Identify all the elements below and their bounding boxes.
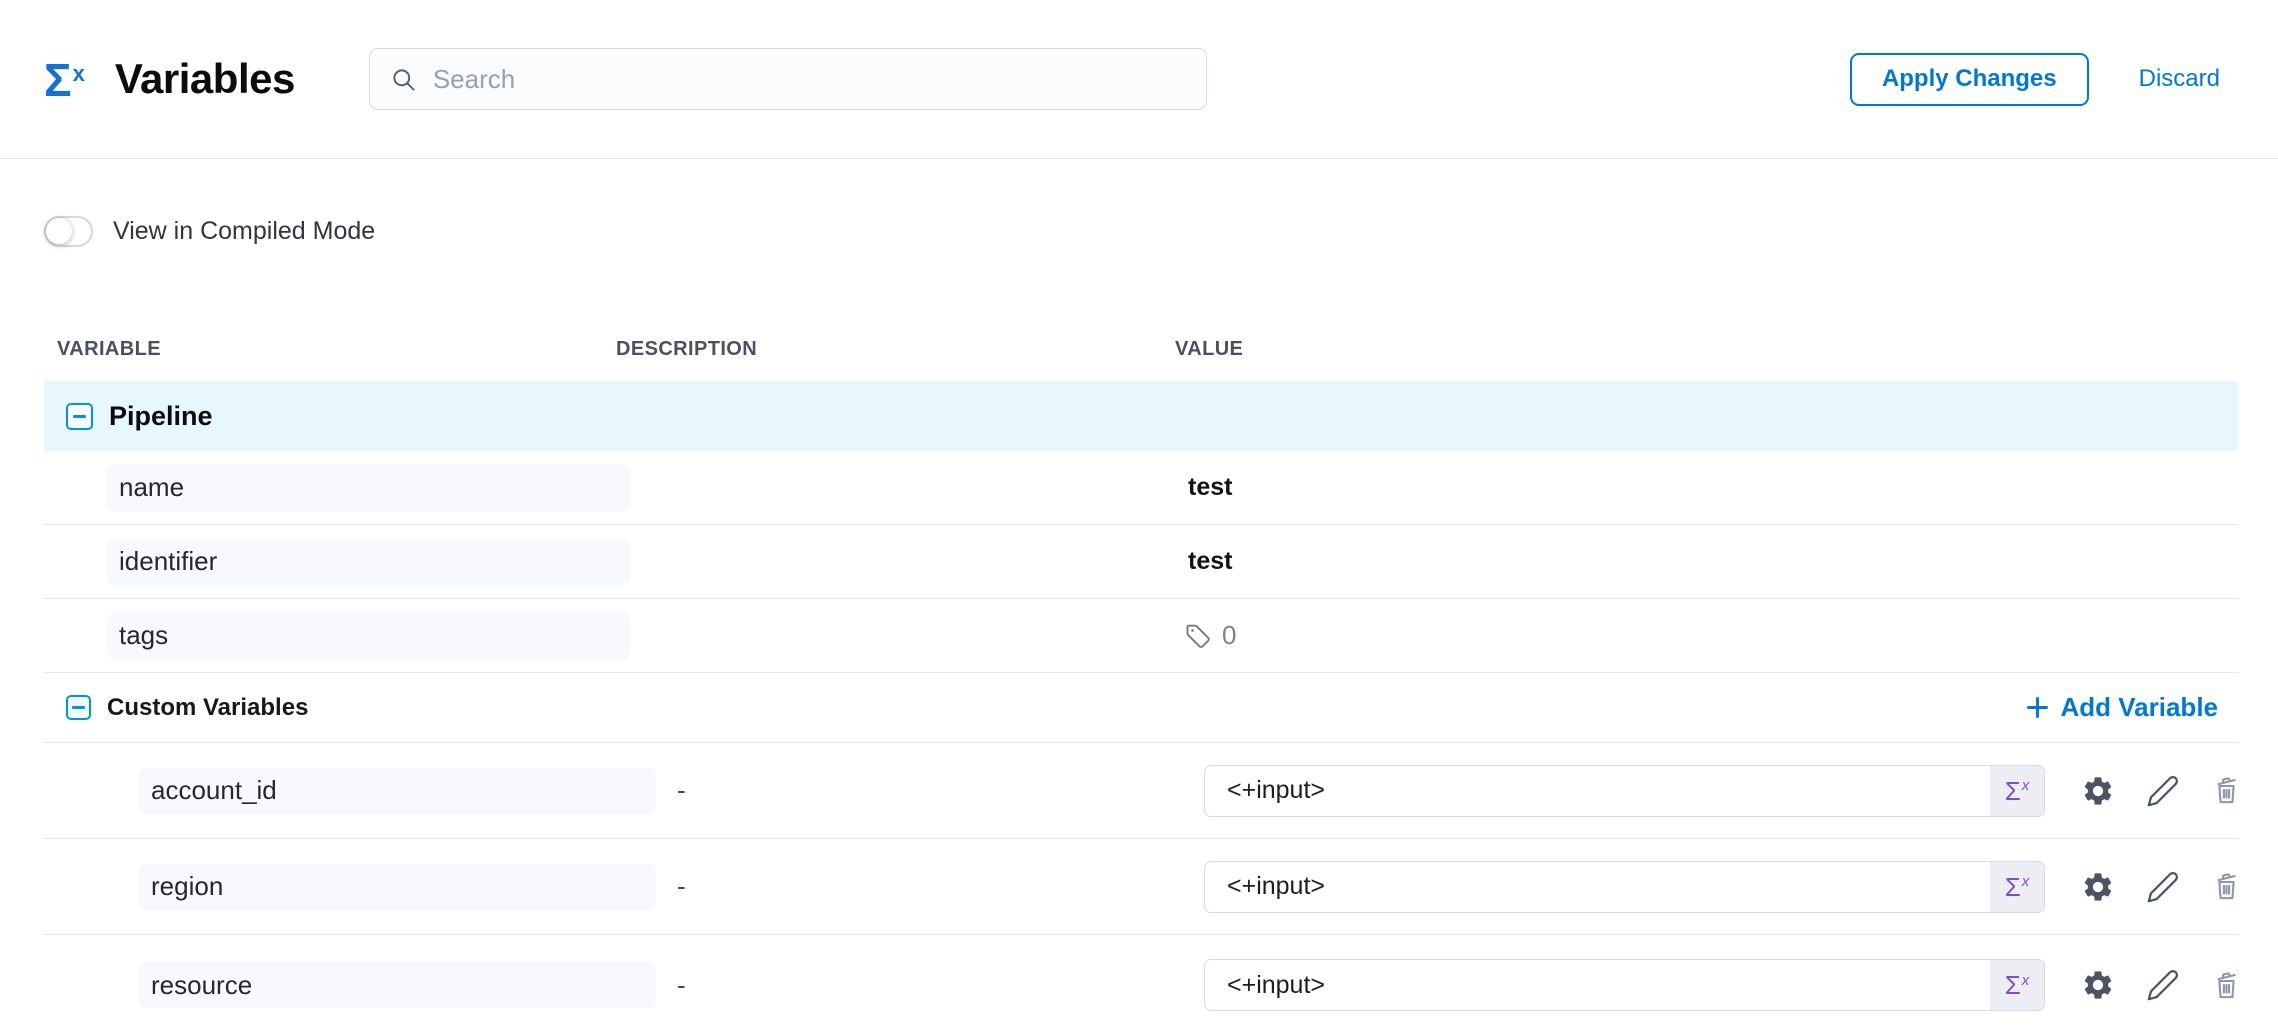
description-text: -	[616, 871, 686, 901]
add-variable-button[interactable]: Add Variable	[2024, 692, 2219, 723]
panel-header: Σx Variables Apply Changes Discard	[0, 0, 2278, 159]
settings-gear-icon[interactable]	[2081, 870, 2115, 904]
row-account-id: account_id - <+input> Σx	[44, 743, 2238, 839]
sigma-glyph: Σ	[44, 57, 72, 103]
search-icon	[390, 66, 417, 93]
row-tags: tags 0	[44, 599, 2238, 673]
discard-button[interactable]: Discard	[2139, 65, 2220, 93]
row-region: region - <+input> Σx	[44, 839, 2238, 935]
delete-trash-icon[interactable]	[2211, 775, 2242, 806]
value-input[interactable]: <+input> Σx	[1204, 959, 2045, 1011]
compiled-mode-toggle[interactable]	[44, 216, 93, 247]
variables-panel: Σx Variables Apply Changes Discard View …	[0, 0, 2278, 1036]
column-header-value: VALUE	[1175, 338, 2238, 361]
collapse-minus-icon[interactable]	[66, 695, 91, 720]
settings-gear-icon[interactable]	[2081, 774, 2115, 808]
value-input-text: <+input>	[1205, 971, 1990, 1000]
variables-content: View in Compiled Mode VARIABLE DESCRIPTI…	[0, 215, 2278, 1035]
edit-pencil-icon[interactable]	[2146, 870, 2180, 904]
column-header-description: DESCRIPTION	[616, 338, 1175, 361]
variable-name-field[interactable]: account_id	[139, 768, 656, 814]
apply-changes-button[interactable]: Apply Changes	[1850, 53, 2089, 106]
variable-name-field[interactable]: name	[107, 465, 630, 511]
column-header-variable: VARIABLE	[44, 338, 616, 361]
variable-name-text: name	[119, 472, 184, 503]
compiled-mode-label: View in Compiled Mode	[113, 217, 375, 246]
compiled-mode-row: View in Compiled Mode	[44, 215, 2238, 247]
search-input[interactable]	[433, 64, 1186, 95]
sigma-sup-glyph: x	[73, 63, 85, 85]
value-text: test	[1175, 547, 1232, 575]
value-text: test	[1175, 473, 1232, 501]
delete-trash-icon[interactable]	[2211, 871, 2242, 902]
variable-name-text: region	[151, 871, 223, 902]
value-input[interactable]: <+input> Σx	[1204, 765, 2045, 817]
expression-type-badge[interactable]: Σx	[1990, 862, 2044, 912]
variable-name-field[interactable]: identifier	[107, 539, 630, 585]
variable-name-text: tags	[119, 620, 168, 651]
value-input-text: <+input>	[1205, 776, 1990, 805]
variable-name-field[interactable]: region	[139, 864, 656, 910]
section-pipeline-label: Pipeline	[109, 401, 213, 432]
variable-name-text: account_id	[151, 775, 277, 806]
description-text: -	[616, 970, 686, 1000]
row-resource: resource - <+input> Σx	[44, 935, 2238, 1035]
page-title: Variables	[115, 55, 295, 103]
section-custom-variables: Custom Variables Add Variable	[44, 673, 2238, 743]
toggle-knob	[46, 218, 72, 244]
row-name: name test	[44, 451, 2238, 525]
plus-icon	[2024, 694, 2051, 721]
variable-name-text: resource	[151, 970, 252, 1001]
search-box[interactable]	[369, 48, 1207, 110]
row-identifier: identifier test	[44, 525, 2238, 599]
settings-gear-icon[interactable]	[2081, 968, 2115, 1002]
sigma-variables-icon: Σx	[44, 57, 85, 103]
expression-type-badge[interactable]: Σx	[1990, 766, 2044, 816]
tag-icon	[1184, 622, 1212, 650]
section-custom-variables-label: Custom Variables	[107, 694, 308, 722]
value-input[interactable]: <+input> Σx	[1204, 861, 2045, 913]
table-header-row: VARIABLE DESCRIPTION VALUE	[44, 329, 2238, 369]
section-pipeline: Pipeline	[44, 381, 2238, 451]
value-input-text: <+input>	[1205, 872, 1990, 901]
variable-name-field[interactable]: tags	[107, 613, 630, 659]
delete-trash-icon[interactable]	[2211, 970, 2242, 1001]
variable-name-field[interactable]: resource	[139, 962, 656, 1008]
add-variable-label: Add Variable	[2061, 692, 2219, 723]
expression-type-badge[interactable]: Σx	[1990, 960, 2044, 1010]
collapse-minus-icon[interactable]	[66, 403, 93, 430]
edit-pencil-icon[interactable]	[2146, 774, 2180, 808]
tags-count: 0	[1222, 620, 1236, 651]
description-text: -	[616, 775, 686, 805]
edit-pencil-icon[interactable]	[2146, 968, 2180, 1002]
variable-name-text: identifier	[119, 546, 217, 577]
